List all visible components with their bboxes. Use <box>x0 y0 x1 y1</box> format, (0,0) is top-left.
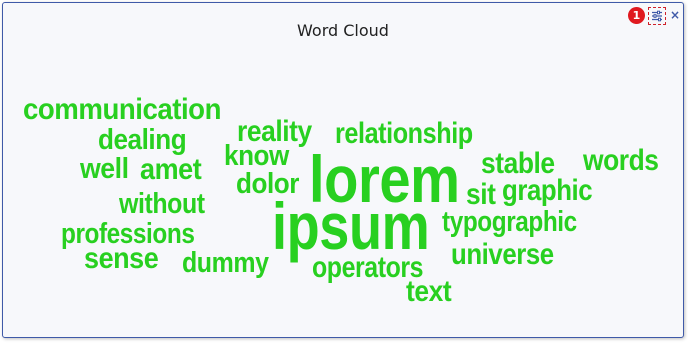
word-dealing: dealing <box>98 124 187 156</box>
word-well: well <box>80 153 129 185</box>
word-words: words <box>583 144 659 177</box>
word-graphic: graphic <box>502 174 593 207</box>
word-amet: amet <box>140 153 202 186</box>
word-dummy: dummy <box>182 247 269 279</box>
word-typographic: typographic <box>442 206 577 238</box>
word-without: without <box>119 188 205 220</box>
word-sense: sense <box>84 242 159 275</box>
word-ipsum: ipsum <box>272 189 430 263</box>
word-communication: communication <box>23 93 221 126</box>
word-know: know <box>224 140 289 172</box>
word-cloud-widget: Word Cloud 1 × communication dealing rea… <box>2 2 684 338</box>
word-universe: universe <box>451 238 554 271</box>
word-text: text <box>406 275 452 308</box>
word-cloud: communication dealing reality relationsh… <box>3 3 683 337</box>
